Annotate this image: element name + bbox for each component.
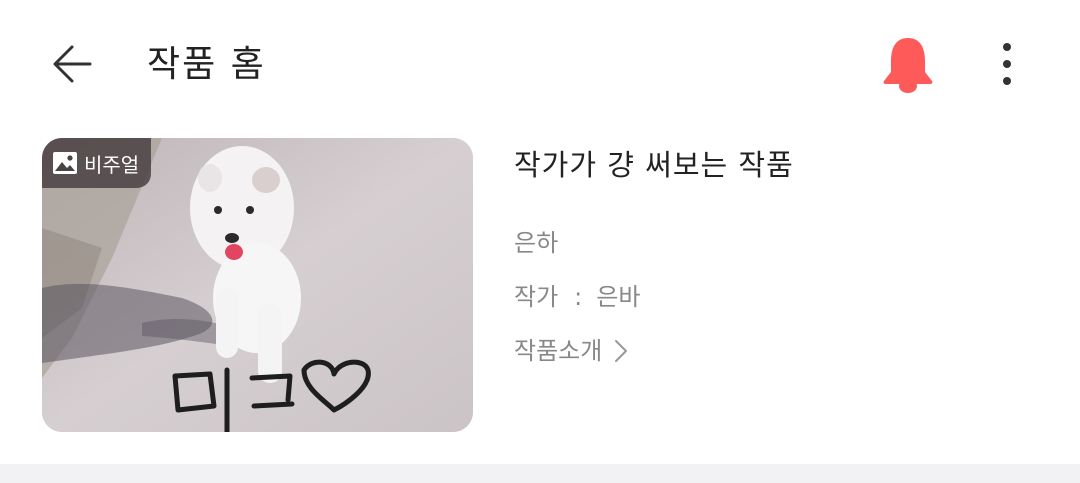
work-title: 작가가 걍 써보는 작품 — [514, 148, 794, 182]
work-intro-link[interactable]: 작품소개 — [514, 333, 628, 369]
author-row: 작가 : 은바 — [514, 279, 640, 315]
work-intro-label: 작품소개 — [514, 337, 603, 365]
work-cover-image[interactable]: 비주얼 — [42, 138, 473, 432]
notification-button[interactable] — [874, 30, 942, 98]
page-title: 작품 홈 — [147, 44, 266, 85]
image-icon — [52, 151, 78, 175]
chevron-right-icon — [614, 339, 628, 363]
bell-icon — [883, 38, 933, 93]
section-divider — [0, 464, 1080, 483]
back-button[interactable] — [42, 34, 102, 94]
app-screen: 작품 홈 비주얼 작가가 걍 써보는 작품 은하 작가: 은바 작품소개 — [0, 0, 1080, 483]
arrow-left-icon — [53, 45, 92, 83]
more-options-button[interactable] — [982, 34, 1032, 94]
work-subtitle: 은하 — [514, 229, 559, 257]
author-separator: : — [574, 283, 583, 311]
author-name[interactable]: 은바 — [596, 279, 640, 315]
visual-badge-label: 비주얼 — [84, 152, 140, 177]
author-label: 작가 — [514, 283, 559, 311]
visual-badge: 비주얼 — [42, 138, 152, 188]
top-bar: 작품 홈 — [0, 0, 1080, 130]
more-vertical-icon — [1003, 43, 1011, 85]
